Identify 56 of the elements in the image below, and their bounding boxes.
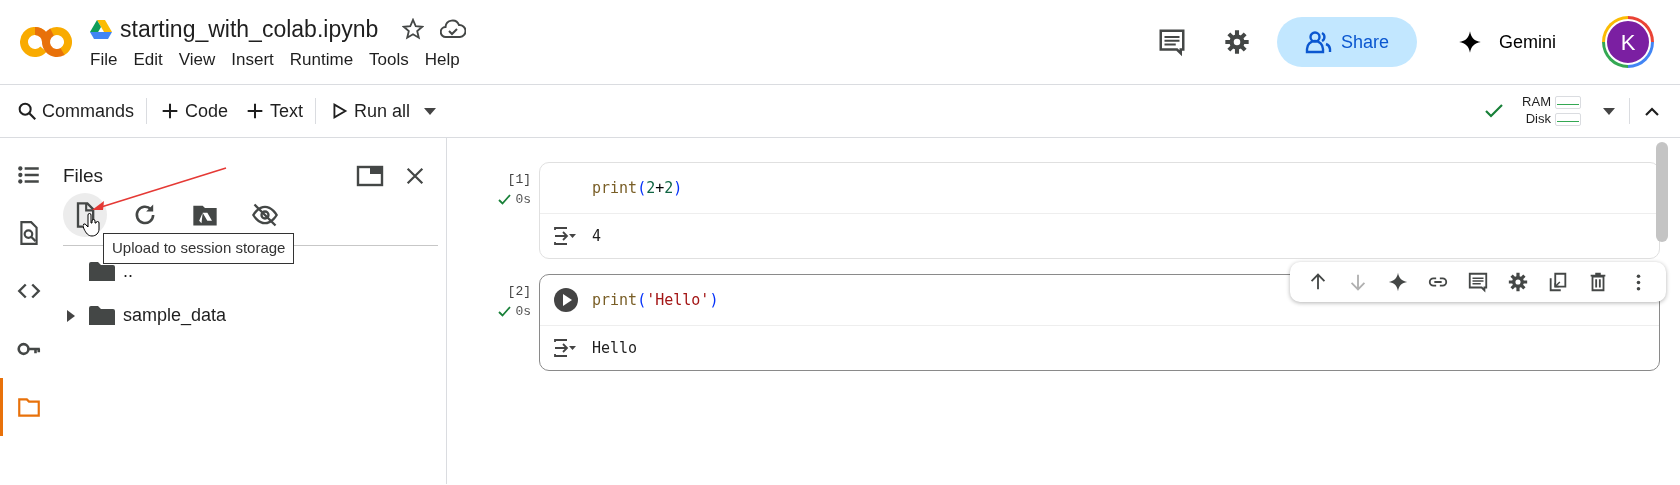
cloud-check-icon[interactable] [440, 18, 467, 41]
settings-icon [1507, 271, 1529, 293]
people-icon [1304, 30, 1333, 54]
gemini-button[interactable]: Gemini [1451, 27, 1562, 57]
execution-count: [1] [507, 171, 531, 189]
settings-icon[interactable] [1223, 28, 1251, 56]
add-button[interactable]: Code [151, 93, 237, 129]
menu-item[interactable]: Help [416, 46, 468, 72]
tooltip: Upload to session storage [103, 233, 295, 264]
menu-item[interactable]: Runtime [281, 46, 362, 72]
cell-output: Hello [592, 337, 638, 359]
dropdown-caret-icon[interactable] [424, 107, 437, 115]
window-icon[interactable] [356, 164, 384, 189]
menu-item[interactable]: View [170, 46, 224, 72]
execution-time: 0s [515, 190, 531, 209]
menu-item[interactable]: Insert [223, 46, 282, 72]
expand-arrow-icon[interactable] [67, 309, 75, 322]
disk-meter [1555, 112, 1581, 126]
menu-item[interactable]: File [82, 46, 126, 72]
check-icon [498, 305, 512, 317]
drive-icon [90, 19, 112, 39]
dropdown-caret-icon[interactable] [1603, 107, 1615, 115]
scrollbar-thumb[interactable] [1656, 142, 1668, 242]
notebook-title[interactable]: starting_with_colab.ipynb [120, 12, 379, 47]
search-icon [16, 100, 38, 122]
code-line: print('Hello') [592, 289, 719, 311]
menu-item[interactable]: Tools [361, 46, 417, 72]
share-button[interactable]: Share [1277, 17, 1417, 67]
comment-icon[interactable] [1157, 27, 1187, 57]
avatar[interactable]: K [1605, 19, 1651, 65]
ram-label: RAM [1522, 94, 1551, 111]
cell-output: 4 [592, 225, 602, 247]
colab-logo[interactable] [20, 25, 72, 59]
output-toggle-icon[interactable] [553, 338, 577, 358]
disk-label: Disk [1525, 111, 1551, 128]
panel-title: Files [63, 164, 104, 188]
star-icon[interactable] [402, 18, 425, 41]
menu-item[interactable]: Edit [125, 46, 171, 72]
execution-count: [2] [507, 283, 531, 301]
folder-item[interactable]: sample_data [123, 302, 227, 329]
run-all-button[interactable]: Run all [320, 93, 419, 129]
collapse-icon[interactable] [1644, 106, 1660, 116]
commands-button[interactable]: Commands [8, 93, 143, 129]
execution-time: 0s [515, 302, 531, 321]
ram-meter [1555, 96, 1581, 110]
copy-icon [1547, 271, 1569, 293]
add-button[interactable]: Text [236, 93, 312, 129]
check-icon [498, 193, 512, 205]
hand-cursor-icon [83, 213, 101, 237]
code-cell[interactable]: print(2+2) 4 [539, 162, 1660, 259]
output-toggle-icon[interactable] [553, 226, 577, 246]
folder-icon [89, 304, 115, 327]
comment-icon [1467, 271, 1489, 293]
run-cell-button[interactable] [554, 288, 578, 312]
more-icon [1635, 273, 1641, 291]
code-line: print(2+2) [592, 177, 683, 199]
